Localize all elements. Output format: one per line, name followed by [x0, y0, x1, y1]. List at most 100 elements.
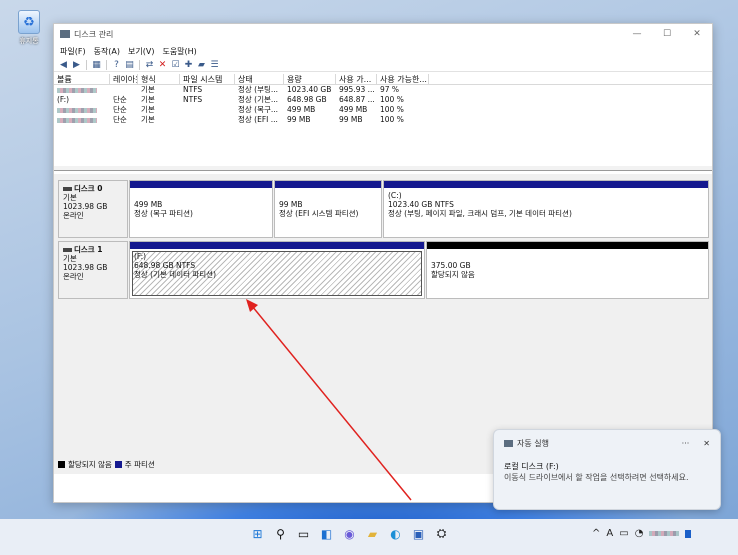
cell	[180, 105, 235, 115]
volume-table-header: 볼륨 레이아웃 형식 파일 시스템 상태 용량 사용 가... 사용 가능한..…	[54, 74, 712, 85]
menu-file[interactable]: 파일(F)	[60, 46, 86, 57]
legend: 할당되지 않음 주 파티션	[58, 459, 155, 470]
column-volume[interactable]: 볼륨	[54, 74, 110, 84]
menu-action[interactable]: 동작(A)	[94, 46, 120, 57]
check-icon[interactable]: ☑	[170, 60, 181, 70]
column-status[interactable]: 상태	[235, 74, 284, 84]
column-percent-free[interactable]: 사용 가능한...	[377, 74, 429, 84]
partition-label: (F:)	[134, 252, 147, 261]
file-explorer-icon[interactable]: ▰	[364, 525, 381, 542]
column-type[interactable]: 형식	[138, 74, 180, 84]
edge-icon[interactable]: ◐	[387, 525, 404, 542]
partition-efi[interactable]: 99 MB 정상 (EFI 시스템 파티션)	[274, 180, 382, 238]
recycle-bin-shortcut[interactable]: ♻ 휴지통	[12, 10, 46, 46]
primary-swatch	[114, 461, 122, 468]
partition-status: 할당되지 않음	[431, 270, 475, 279]
horizontal-scrollbar[interactable]	[54, 166, 712, 170]
cell: NTFS	[183, 85, 203, 94]
store-icon[interactable]: ▣	[410, 525, 427, 542]
partition-label	[134, 191, 268, 200]
disk-type: 기본	[63, 254, 77, 263]
partition-recovery[interactable]: 499 MB 정상 (복구 파티션)	[129, 180, 273, 238]
redacted-text	[57, 87, 97, 93]
primary-partition-bar	[130, 181, 272, 188]
cell: 499 MB	[287, 105, 316, 114]
widgets-icon[interactable]: ◧	[318, 525, 335, 542]
disk-1-info[interactable]: 디스크 1 기본 1023.98 GB 온라인	[58, 241, 128, 299]
ime-indicator[interactable]: A	[606, 528, 613, 539]
disk-icon	[63, 187, 72, 191]
column-file-system[interactable]: 파일 시스템	[180, 74, 235, 84]
cell: 99 MB	[287, 115, 311, 124]
speaker-icon[interactable]: ◔	[635, 528, 644, 539]
back-icon[interactable]: ◀	[58, 60, 69, 70]
cell: 995.93 ...	[339, 85, 375, 94]
disk-name: 디스크 0	[74, 184, 103, 193]
cell: 단순	[113, 95, 127, 104]
disk-management-taskbar-icon[interactable]: ⛭	[433, 525, 450, 542]
partition-status: 정상 (기본 데이터 파티션)	[134, 270, 217, 279]
properties-icon[interactable]: ▤	[124, 60, 135, 70]
list-icon[interactable]: ☰	[209, 60, 220, 70]
forward-icon[interactable]: ▶	[71, 60, 82, 70]
cell: 648.87 ...	[339, 95, 375, 104]
cell: 기본	[141, 115, 155, 124]
volume-name	[54, 115, 110, 125]
table-row[interactable]: (F:) 단순 기본 NTFS 정상 (기본... 648.98 GB 648.…	[54, 95, 712, 105]
system-tray: ^ A ▭ ◔	[592, 528, 692, 539]
autoplay-icon	[504, 440, 513, 447]
network-icon[interactable]: ▭	[619, 528, 628, 539]
toolbar-separator	[106, 59, 107, 70]
disk-1-row: 디스크 1 기본 1023.98 GB 온라인 (F:) 648.98 GB N…	[58, 241, 709, 299]
cell	[180, 115, 235, 125]
partition-c[interactable]: (C:) 1023.40 GB NTFS 정상 (부팅, 페이지 파일, 크래시…	[383, 180, 709, 238]
volume-list: 볼륨 레이아웃 형식 파일 시스템 상태 용량 사용 가... 사용 가능한..…	[54, 74, 712, 171]
cell: 정상 (부팅...	[238, 85, 279, 94]
column-free-space[interactable]: 사용 가...	[336, 74, 377, 84]
table-row[interactable]: 단순 기본 정상 (EFI ... 99 MB 99 MB 100 %	[54, 115, 712, 125]
help-icon[interactable]: ?	[111, 60, 122, 70]
cell: 단순	[113, 115, 127, 124]
partition-f[interactable]: (F:) 648.98 GB NTFS 정상 (기본 데이터 파티션)	[129, 241, 425, 299]
console-tree-icon[interactable]: ▦	[91, 60, 102, 70]
connect-icon[interactable]: ⇄	[144, 60, 155, 70]
disk-status: 온라인	[63, 272, 84, 281]
cell	[110, 85, 138, 95]
delete-icon[interactable]: ✕	[157, 60, 168, 70]
recycle-bin-icon: ♻	[18, 10, 40, 34]
minimize-button[interactable]: —	[622, 29, 652, 39]
start-icon[interactable]: ⊞	[249, 525, 266, 542]
redacted-clock[interactable]	[649, 531, 680, 536]
column-layout[interactable]: 레이아웃	[110, 74, 138, 84]
column-capacity[interactable]: 용량	[284, 74, 336, 84]
cell: 기본	[141, 95, 155, 104]
recycle-bin-label: 휴지통	[19, 37, 39, 45]
chat-icon[interactable]: ◉	[341, 525, 358, 542]
autoplay-notification[interactable]: 자동 실행 ··· ✕ 로컬 디스크 (F:) 이동식 드라이브에서 할 작업을…	[493, 429, 721, 510]
notification-icon[interactable]	[685, 529, 692, 538]
table-row[interactable]: 단순 기본 정상 (복구... 499 MB 499 MB 100 %	[54, 105, 712, 115]
partition-size: 499 MB	[134, 200, 163, 209]
close-button[interactable]: ✕	[682, 29, 712, 39]
new-icon[interactable]: ✚	[183, 60, 194, 70]
chevron-up-icon[interactable]: ^	[592, 528, 600, 539]
cell: 100 %	[380, 105, 404, 114]
partition-label	[431, 252, 704, 261]
menu-view[interactable]: 보기(V)	[128, 46, 154, 57]
menu-help[interactable]: 도움말(H)	[162, 46, 196, 57]
table-row[interactable]: 기본 NTFS 정상 (부팅... 1023.40 GB 995.93 ... …	[54, 85, 712, 95]
title-bar[interactable]: 디스크 관리 — ☐ ✕	[54, 24, 712, 44]
more-options-icon[interactable]: ···	[682, 439, 690, 448]
partition-size: 1023.40 GB NTFS	[388, 200, 454, 209]
volume-name: (F:)	[57, 95, 70, 104]
cell: 99 MB	[339, 115, 363, 124]
maximize-button[interactable]: ☐	[652, 29, 682, 39]
folder-icon[interactable]: ▰	[196, 60, 207, 70]
search-icon[interactable]: ⚲	[272, 525, 289, 542]
cell: 단순	[113, 105, 127, 114]
notification-close-button[interactable]: ✕	[703, 439, 710, 448]
disk-0-info[interactable]: 디스크 0 기본 1023.98 GB 온라인	[58, 180, 128, 238]
unallocated-space[interactable]: 375.00 GB 할당되지 않음	[426, 241, 709, 299]
legend-primary: 주 파티션	[124, 460, 155, 469]
task-view-icon[interactable]: ▭	[295, 525, 312, 542]
